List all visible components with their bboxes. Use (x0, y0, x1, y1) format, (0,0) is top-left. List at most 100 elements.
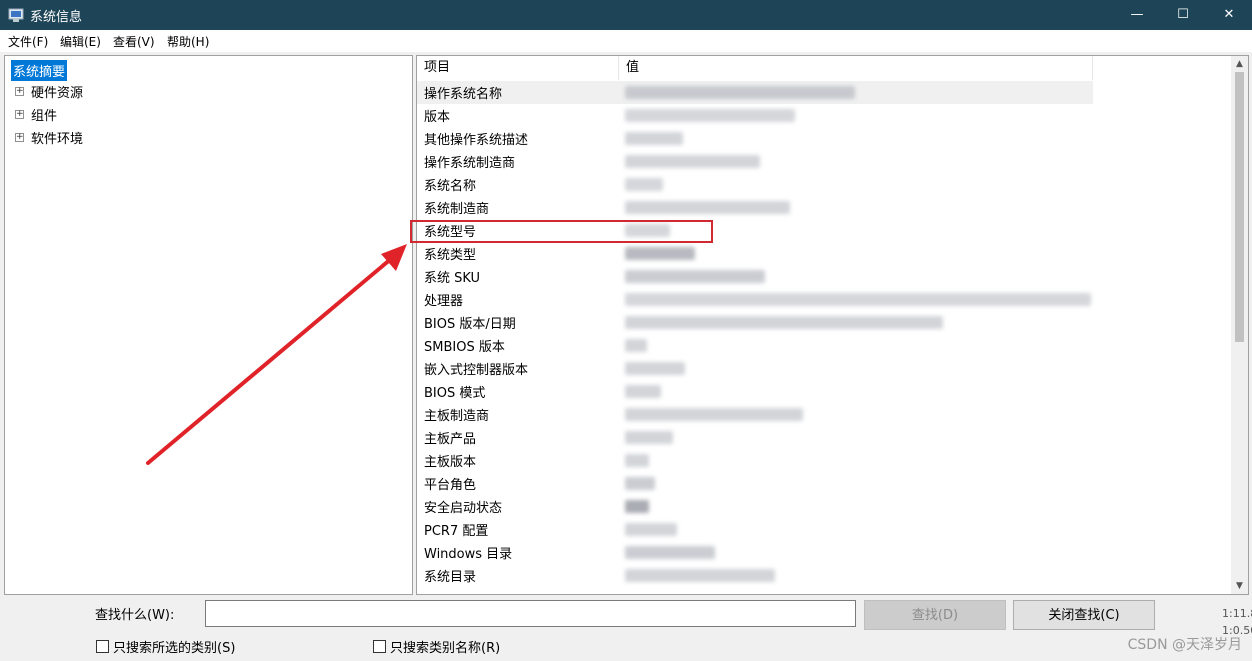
row-value-blurred (625, 270, 765, 283)
row-item: 主板版本 (424, 455, 477, 470)
row-item: 其他操作系统描述 (424, 133, 529, 148)
checkbox-icon[interactable] (373, 640, 386, 653)
search-selected-category-checkbox[interactable]: 只搜索所选的类别(S) (96, 637, 235, 656)
tree-item-hardware[interactable]: 硬件资源 (31, 82, 83, 101)
row-item: 系统名称 (424, 179, 477, 194)
table-row[interactable]: 系统目录 (417, 564, 1093, 587)
checkbox-icon[interactable] (96, 640, 109, 653)
table-row[interactable]: BIOS 模式 (417, 380, 1093, 403)
details-list[interactable]: 项目 值 操作系统名称 版本 其他操作系统描述 操作系统制造商 系统名称 系统制… (416, 55, 1249, 595)
row-value-blurred (625, 385, 661, 398)
table-row[interactable]: Windows 目录 (417, 541, 1093, 564)
expand-icon[interactable]: + (15, 133, 24, 142)
row-value-blurred (625, 293, 1091, 306)
expand-icon[interactable]: + (15, 110, 24, 119)
row-value-blurred (625, 201, 790, 214)
table-row[interactable]: 主板产品 (417, 426, 1093, 449)
menu-bar: 文件(F) 编辑(E) 查看(V) 帮助(H) (0, 30, 1252, 52)
table-row[interactable]: 嵌入式控制器版本 (417, 357, 1093, 380)
row-item: BIOS 版本/日期 (424, 317, 516, 332)
find-button[interactable]: 查找(D) (864, 600, 1006, 630)
row-value-blurred (625, 316, 943, 329)
column-header-value[interactable]: 值 (619, 56, 1093, 80)
row-item: 操作系统制造商 (424, 156, 516, 171)
minimize-button[interactable]: — (1114, 0, 1160, 30)
row-item: BIOS 模式 (424, 386, 486, 401)
row-item: Windows 目录 (424, 547, 513, 562)
row-value-blurred (625, 546, 715, 559)
row-value-blurred (625, 500, 649, 513)
table-row[interactable]: 操作系统制造商 (417, 150, 1093, 173)
row-item: 安全启动状态 (424, 501, 503, 516)
row-value-blurred (625, 569, 775, 582)
table-row[interactable]: 系统制造商 (417, 196, 1093, 219)
row-value-blurred (625, 339, 647, 352)
row-item: 主板制造商 (424, 409, 490, 424)
side-text-fragment: 1:11.8 (1222, 607, 1252, 620)
table-row[interactable]: 平台角色 (417, 472, 1093, 495)
table-row[interactable]: 主板版本 (417, 449, 1093, 472)
expand-icon[interactable]: + (15, 87, 24, 96)
menu-edit[interactable]: 编辑(E) (60, 33, 101, 50)
row-item: 系统 SKU (424, 271, 481, 286)
row-value-blurred (625, 477, 655, 490)
title-bar: 系统信息 — ☐ ✕ (0, 0, 1252, 30)
annotation-highlight-box (410, 220, 713, 243)
row-item: 主板产品 (424, 432, 477, 447)
row-item: 系统制造商 (424, 202, 490, 217)
tree-item-components[interactable]: 组件 (31, 105, 57, 124)
table-row[interactable]: 系统 SKU (417, 265, 1093, 288)
search-category-names-checkbox[interactable]: 只搜索类别名称(R) (373, 637, 500, 656)
table-row[interactable]: 主板制造商 (417, 403, 1093, 426)
row-value-blurred (625, 408, 803, 421)
table-row[interactable]: 安全启动状态 (417, 495, 1093, 518)
row-value-blurred (625, 155, 760, 168)
table-row[interactable]: SMBIOS 版本 (417, 334, 1093, 357)
row-item: 系统类型 (424, 248, 477, 263)
table-row[interactable]: PCR7 配置 (417, 518, 1093, 541)
row-item: 平台角色 (424, 478, 477, 493)
menu-file[interactable]: 文件(F) (8, 33, 48, 50)
row-item: PCR7 配置 (424, 524, 489, 539)
row-item: 处理器 (424, 294, 464, 309)
category-tree[interactable]: 系统摘要 + 硬件资源 + 组件 + 软件环境 (4, 55, 413, 595)
vertical-scrollbar[interactable]: ▲ ▼ (1231, 56, 1248, 594)
row-item: SMBIOS 版本 (424, 340, 505, 355)
row-value-blurred (625, 431, 673, 444)
table-row[interactable]: BIOS 版本/日期 (417, 311, 1093, 334)
tree-item-system-summary[interactable]: 系统摘要 (11, 60, 68, 81)
find-label: 查找什么(W): (95, 608, 175, 623)
window-title: 系统信息 (30, 10, 83, 25)
close-button[interactable]: ✕ (1206, 0, 1252, 30)
table-row[interactable]: 操作系统名称 (417, 81, 1093, 104)
table-row[interactable]: 版本 (417, 104, 1093, 127)
row-item: 系统目录 (424, 570, 477, 585)
menu-help[interactable]: 帮助(H) (167, 33, 209, 50)
menu-view[interactable]: 查看(V) (113, 33, 155, 50)
table-row[interactable]: 处理器 (417, 288, 1093, 311)
system-info-icon (8, 7, 24, 23)
column-header-item[interactable]: 项目 (417, 56, 619, 80)
row-item: 操作系统名称 (424, 87, 503, 102)
scroll-up-icon[interactable]: ▲ (1231, 56, 1248, 72)
find-input[interactable] (205, 600, 856, 627)
row-value-blurred (625, 132, 683, 145)
table-row[interactable]: 系统类型 (417, 242, 1093, 265)
row-value-blurred (625, 523, 677, 536)
row-value-blurred (625, 362, 685, 375)
row-value-blurred (625, 178, 663, 191)
tree-item-software[interactable]: 软件环境 (31, 128, 83, 147)
row-value-blurred (625, 109, 795, 122)
watermark: CSDN @天泽岁月 (1127, 637, 1242, 653)
scroll-down-icon[interactable]: ▼ (1231, 578, 1248, 594)
row-value-blurred (625, 247, 695, 260)
table-row[interactable]: 系统名称 (417, 173, 1093, 196)
scrollbar-thumb[interactable] (1235, 72, 1244, 342)
row-item: 版本 (424, 110, 451, 125)
row-value-blurred (625, 454, 649, 467)
row-value-blurred (625, 86, 855, 99)
close-find-button[interactable]: 关闭查找(C) (1013, 600, 1155, 630)
row-item: 嵌入式控制器版本 (424, 363, 529, 378)
maximize-button[interactable]: ☐ (1160, 0, 1206, 30)
table-row[interactable]: 其他操作系统描述 (417, 127, 1093, 150)
